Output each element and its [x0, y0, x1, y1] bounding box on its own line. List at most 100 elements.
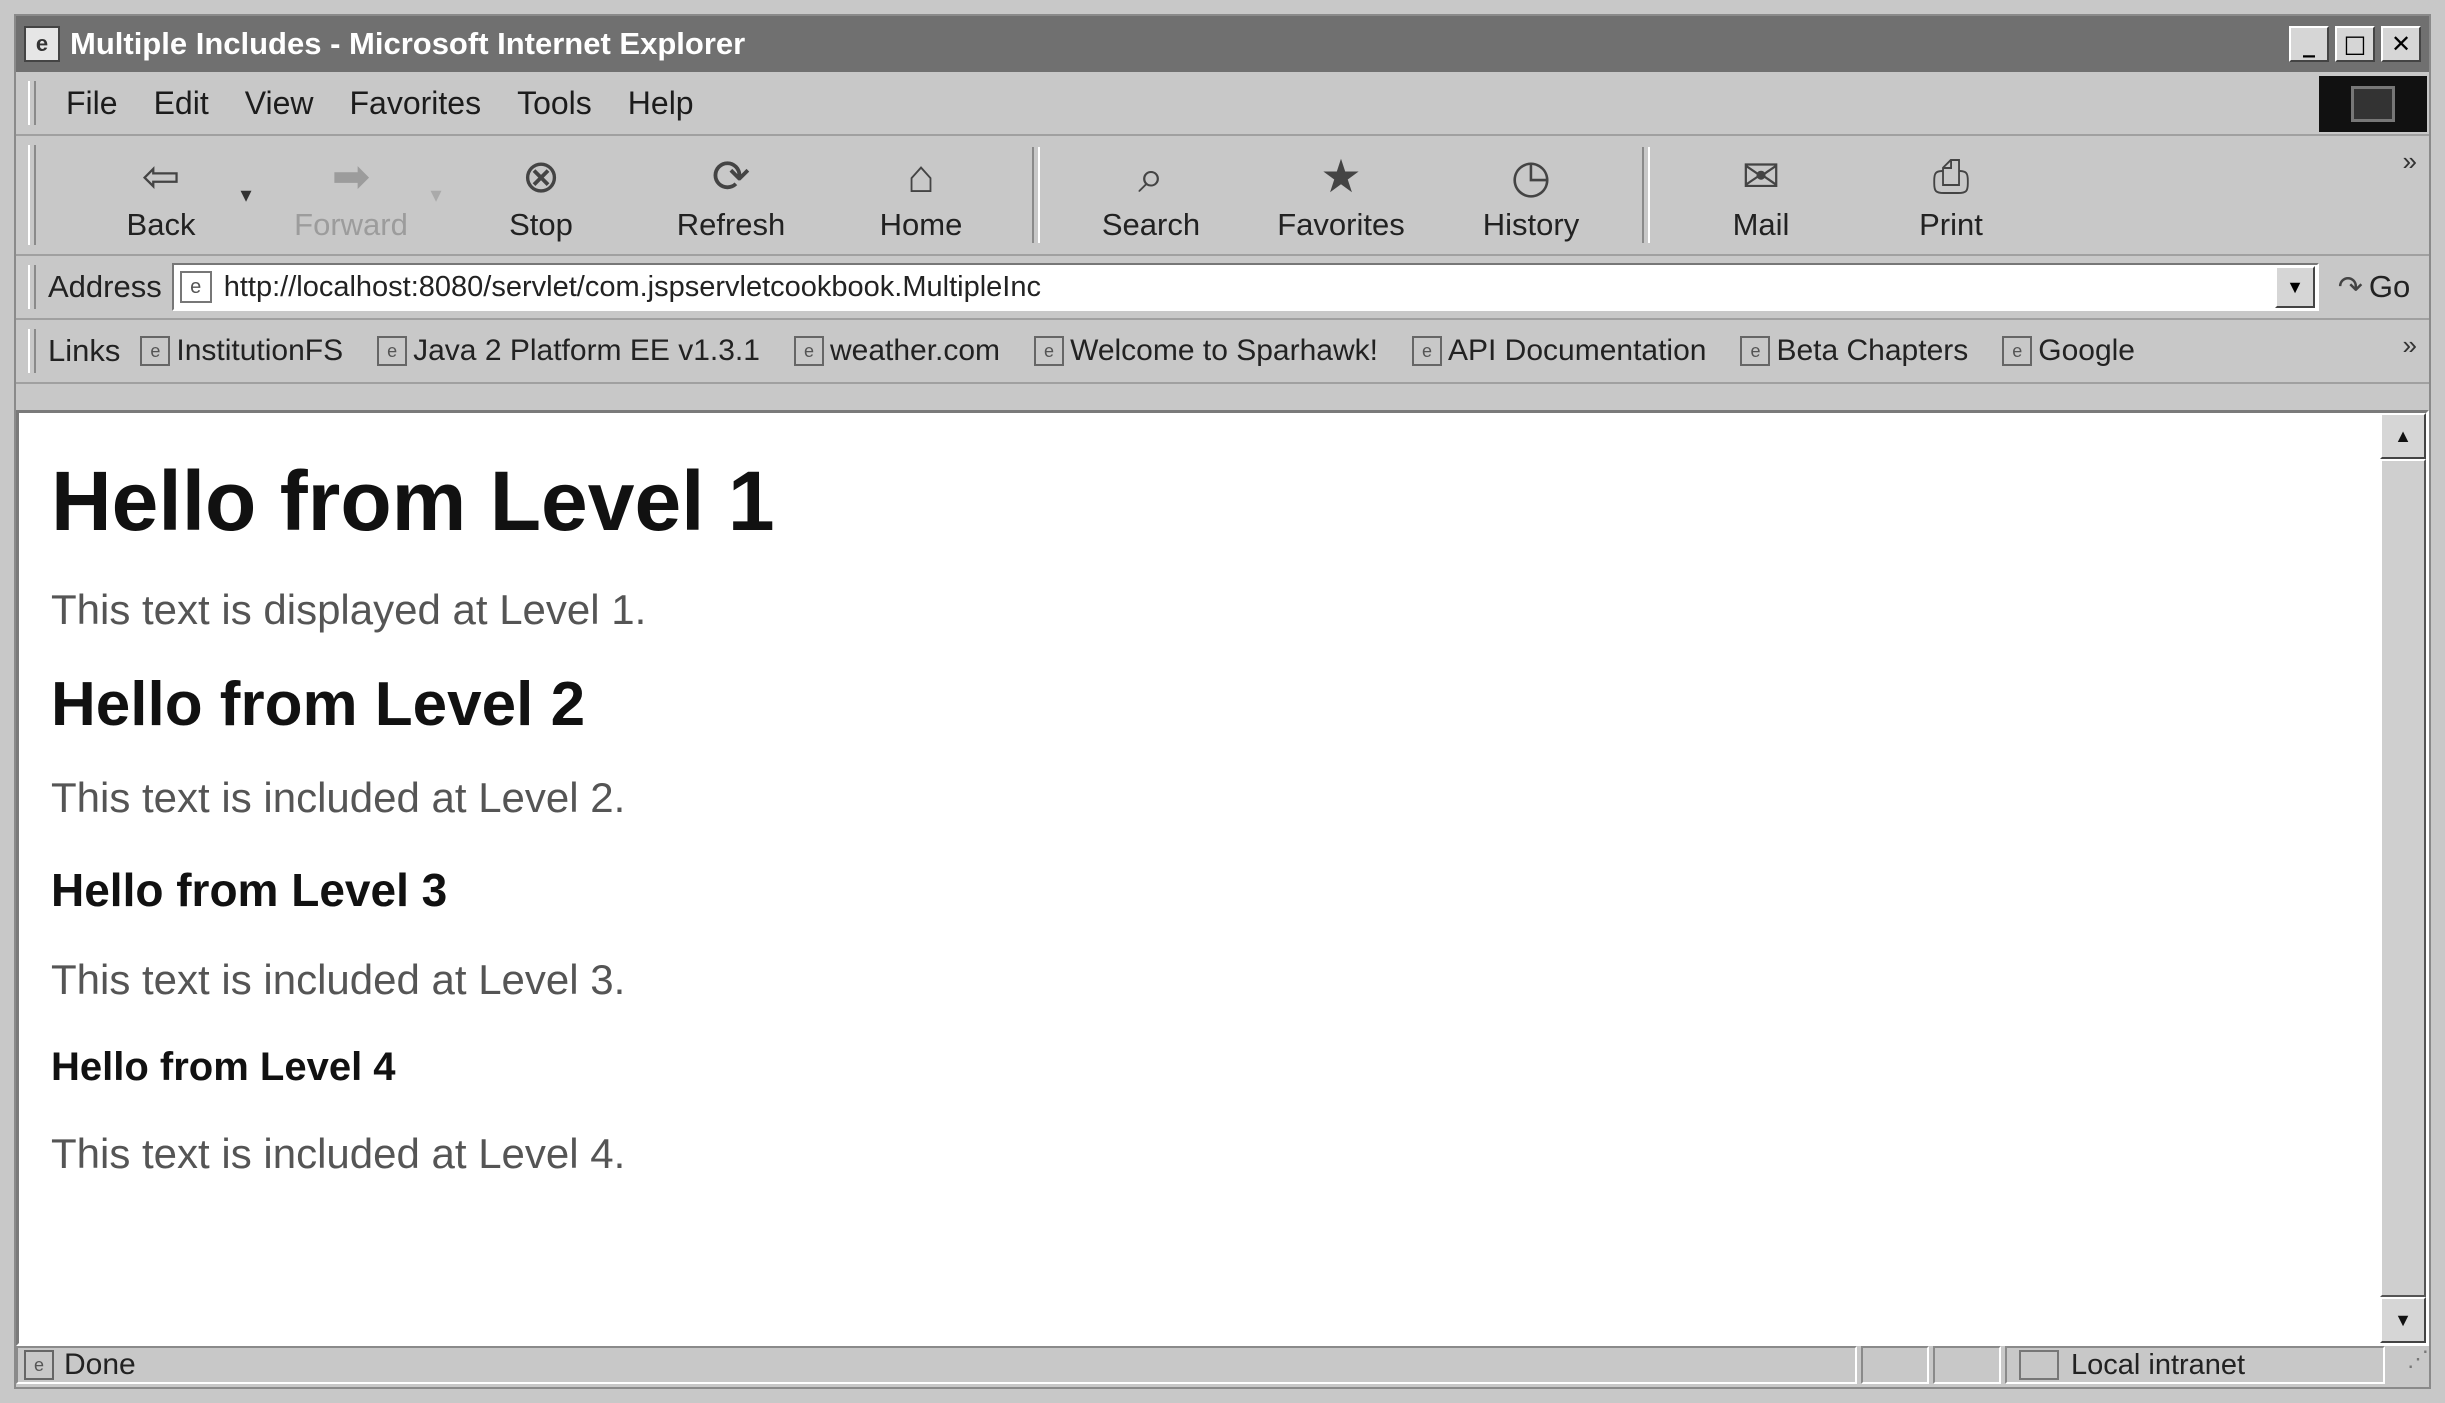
maximize-button[interactable]: □: [2335, 26, 2375, 62]
refresh-button[interactable]: ⟳ Refresh: [636, 140, 826, 250]
page-icon: e: [377, 336, 408, 366]
print-label: Print: [1919, 207, 1983, 242]
menu-bar-grip[interactable]: [28, 81, 36, 125]
history-button[interactable]: ◷ History: [1436, 140, 1626, 250]
scroll-thumb[interactable]: [2380, 459, 2426, 1297]
links-bar-grip[interactable]: [28, 329, 36, 373]
menu-bar: File Edit View Favorites Tools Help: [16, 72, 2429, 136]
page-icon: e: [793, 336, 824, 366]
link-api-documentation[interactable]: e API Documentation: [1411, 334, 1707, 368]
zone-label: Local intranet: [2071, 1348, 2246, 1381]
browser-window: e Multiple Includes - Microsoft Internet…: [14, 14, 2431, 1389]
menu-favorites[interactable]: Favorites: [331, 85, 499, 122]
page-icon: e: [24, 1350, 54, 1380]
menu-help[interactable]: Help: [610, 85, 712, 122]
text-level-2: This text is included at Level 2.: [51, 774, 626, 821]
address-bar: Address e ▼ ↷ Go: [16, 256, 2429, 320]
link-google[interactable]: e Google: [2002, 334, 2135, 368]
heading-level-2: Hello from Level 2: [51, 670, 586, 739]
menu-tools[interactable]: Tools: [499, 85, 610, 122]
status-progress-cell: [1861, 1346, 1929, 1384]
windows-logo-throbber: [2319, 76, 2427, 132]
home-label: Home: [879, 207, 963, 242]
scroll-up-button[interactable]: ▲: [2380, 413, 2426, 459]
page-content: Hello from Level 1 This text is displaye…: [19, 413, 2378, 1343]
link-label: Welcome to Sparhawk!: [1070, 334, 1378, 367]
ie-page-icon: e: [24, 26, 60, 62]
resize-grip-icon[interactable]: ⋰: [2389, 1346, 2429, 1384]
close-button[interactable]: ✕: [2381, 26, 2421, 62]
status-text-panel: e Done: [16, 1346, 1857, 1384]
links-more-chevron-icon[interactable]: »: [2403, 330, 2417, 361]
status-zone-panel: Local intranet: [2005, 1346, 2385, 1384]
mail-label: Mail: [1732, 207, 1790, 242]
status-text: Done: [64, 1348, 136, 1381]
status-security-cell: [1933, 1346, 2001, 1384]
home-icon: ⌂: [907, 150, 935, 202]
windows-logo-icon: [2351, 86, 2395, 122]
page-icon: e: [1740, 336, 1771, 366]
print-icon: ⎙: [1932, 150, 1970, 202]
heading-level-1: Hello from Level 1: [51, 454, 775, 548]
status-bar: e Done Local intranet ⋰: [16, 1343, 2429, 1387]
stop-icon: ⊗: [521, 150, 561, 202]
text-level-1: This text is displayed at Level 1.: [51, 586, 647, 633]
home-button[interactable]: ⌂ Home: [826, 140, 1016, 250]
page-icon: e: [140, 336, 171, 366]
favorites-button[interactable]: ★ Favorites: [1246, 140, 1436, 250]
menu-edit[interactable]: Edit: [136, 85, 227, 122]
link-java-2-platform[interactable]: e Java 2 Platform EE v1.3.1: [377, 334, 760, 368]
go-button[interactable]: ↷ Go: [2319, 269, 2429, 305]
links-label: Links: [48, 333, 121, 368]
stop-label: Stop: [509, 207, 573, 242]
menu-file[interactable]: File: [48, 85, 136, 122]
address-bar-grip[interactable]: [28, 265, 36, 309]
toolbar-more-chevron-icon[interactable]: »: [2403, 146, 2417, 177]
back-label: Back: [126, 207, 196, 242]
forward-arrow-icon: ➡: [331, 150, 371, 202]
title-bar: e Multiple Includes - Microsoft Internet…: [16, 16, 2429, 72]
minimize-button[interactable]: _: [2289, 26, 2329, 62]
link-beta-chapters[interactable]: e Beta Chapters: [1740, 334, 1968, 368]
address-label: Address: [48, 269, 162, 304]
text-level-3: This text is included at Level 3.: [51, 956, 626, 1003]
page-icon: e: [1034, 336, 1065, 366]
link-institutionfs[interactable]: e InstitutionFS: [140, 334, 343, 368]
toolbar-grip[interactable]: [28, 145, 36, 245]
window-title: Multiple Includes - Microsoft Internet E…: [70, 26, 746, 61]
local-intranet-icon: [2019, 1350, 2059, 1380]
history-label: History: [1482, 207, 1580, 242]
link-label: Beta Chapters: [1776, 334, 1969, 367]
link-label: weather.com: [829, 334, 1001, 367]
heading-level-3: Hello from Level 3: [51, 864, 448, 916]
scroll-down-button[interactable]: ▼: [2380, 1297, 2426, 1343]
link-label: API Documentation: [1447, 334, 1707, 367]
standard-toolbar: ⇦ Back ▾ ➡ Forward ▾ ⊗ Stop ⟳ Refresh ⌂ …: [16, 136, 2429, 256]
vertical-scrollbar[interactable]: ▲ ▼: [2380, 413, 2426, 1343]
page-icon: e: [1411, 336, 1442, 366]
toolbar-separator: [1032, 147, 1040, 243]
link-sparhawk[interactable]: e Welcome to Sparhawk!: [1034, 334, 1378, 368]
refresh-icon: ⟳: [711, 150, 751, 202]
page-icon: e: [2002, 336, 2033, 366]
links-bar: Links e InstitutionFS e Java 2 Platform EE…: [16, 320, 2429, 384]
history-icon: ◷: [1510, 150, 1552, 202]
link-weather[interactable]: e weather.com: [793, 334, 1001, 368]
print-button[interactable]: ⎙ Print: [1856, 140, 2046, 250]
page-icon: e: [179, 271, 212, 303]
link-label: Java 2 Platform EE v1.3.1: [413, 334, 760, 367]
toolbar-separator: [1642, 147, 1650, 243]
stop-button[interactable]: ⊗ Stop: [446, 140, 636, 250]
menu-view[interactable]: View: [227, 85, 332, 122]
page-viewport: Hello from Level 1 This text is displaye…: [16, 410, 2429, 1346]
address-field[interactable]: e ▼: [171, 263, 2319, 311]
link-label: Google: [2038, 334, 2135, 367]
go-arrow-icon: ↷: [2337, 270, 2363, 304]
address-input[interactable]: [221, 269, 2275, 305]
mail-button[interactable]: ✉ Mail: [1666, 140, 1856, 250]
refresh-label: Refresh: [676, 207, 786, 242]
search-label: Search: [1101, 207, 1201, 242]
address-dropdown-button[interactable]: ▼: [2275, 266, 2315, 308]
search-button[interactable]: ⌕ Search: [1056, 140, 1246, 250]
forward-label: Forward: [294, 207, 408, 242]
